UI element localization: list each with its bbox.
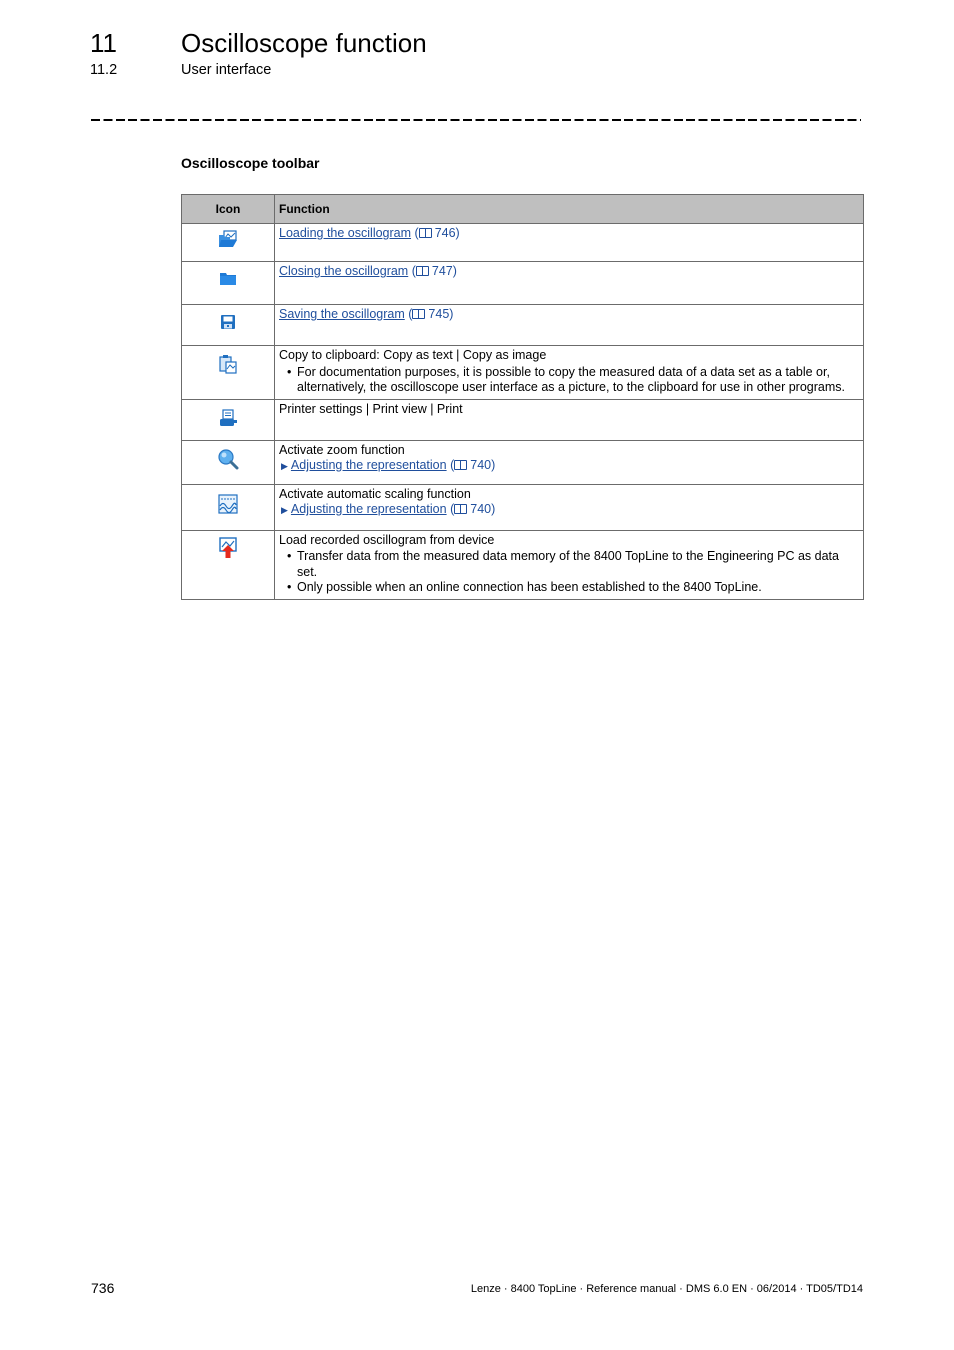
book-icon	[412, 309, 426, 319]
arrow-right-icon: ▶	[281, 505, 288, 515]
page-reference[interactable]: (747)	[412, 264, 457, 278]
bullet-item: Only possible when an online connection …	[287, 580, 858, 596]
table-header-row: Icon Function	[181, 194, 864, 224]
load-from-device-text: Load recorded oscillogram from device	[279, 532, 495, 547]
open-folder-icon	[219, 230, 237, 247]
bullet-list: For documentation purposes, it is possib…	[279, 365, 858, 396]
page-number: 736	[91, 1280, 115, 1296]
printer-functions-text: Printer settings | Print view | Print	[279, 401, 463, 416]
toolbar-table: Icon Function Loading the oscillogram (7…	[181, 194, 864, 600]
book-icon	[418, 228, 432, 238]
bullet-item: For documentation purposes, it is possib…	[287, 365, 858, 396]
page-reference[interactable]: (746)	[415, 226, 460, 240]
table-row: Activate automatic scaling function ▶ Adj…	[181, 483, 864, 531]
upload-from-device-icon	[219, 536, 237, 558]
book-icon	[454, 504, 468, 514]
page-reference[interactable]: (740)	[450, 502, 495, 516]
column-header-icon: Icon	[181, 194, 275, 224]
section-heading: Oscilloscope toolbar	[181, 155, 320, 171]
table-row: Saving the oscillogram (745)	[181, 304, 864, 346]
clipboard-icon	[219, 355, 237, 374]
section-title: User interface	[181, 62, 272, 78]
magnifier-icon	[218, 448, 239, 469]
loading-oscillogram-link[interactable]: Loading the oscillogram	[279, 226, 411, 240]
copy-to-clipboard-text: Copy to clipboard: Copy as text | Copy a…	[279, 348, 547, 362]
chapter-number: 11	[90, 28, 117, 58]
adjusting-representation-link[interactable]: Adjusting the representation	[291, 458, 447, 472]
auto-scale-icon	[218, 493, 238, 514]
bullet-list: Transfer data from the measured data mem…	[279, 549, 858, 596]
closed-folder-icon	[220, 273, 236, 285]
arrow-right-icon: ▶	[281, 461, 288, 471]
footer-info: Lenze · 8400 TopLine · Reference manual …	[470, 1283, 863, 1295]
table-row: Closing the oscillogram (747)	[181, 261, 864, 305]
printer-icon	[220, 408, 237, 426]
book-icon	[454, 460, 468, 470]
column-header-function: Function	[274, 194, 864, 224]
table-row: Loading the oscillogram (746)	[181, 223, 864, 262]
table-row: Copy to clipboard: Copy as text | Copy a…	[181, 345, 864, 400]
table-row: Load recorded oscillogram from device Tr…	[181, 529, 864, 600]
page-reference[interactable]: (740)	[450, 458, 495, 472]
zoom-function-text: Activate zoom function	[279, 442, 405, 457]
table-row: Activate zoom function ▶ Adjusting the re…	[181, 439, 864, 485]
bullet-item: Transfer data from the measured data mem…	[287, 549, 858, 580]
book-icon	[415, 266, 429, 276]
closing-oscillogram-link[interactable]: Closing the oscillogram	[279, 264, 408, 278]
adjusting-representation-link[interactable]: Adjusting the representation	[291, 502, 447, 516]
saving-oscillogram-link[interactable]: Saving the oscillogram	[279, 307, 405, 321]
page-reference[interactable]: (745)	[408, 307, 453, 321]
table-row: Printer settings | Print view | Print	[181, 398, 864, 441]
auto-scaling-text: Activate automatic scaling function	[279, 486, 471, 501]
floppy-disk-icon	[221, 315, 235, 329]
dashed-divider	[91, 119, 861, 121]
section-number: 11.2	[90, 62, 118, 78]
chapter-title: Oscilloscope function	[181, 28, 427, 58]
